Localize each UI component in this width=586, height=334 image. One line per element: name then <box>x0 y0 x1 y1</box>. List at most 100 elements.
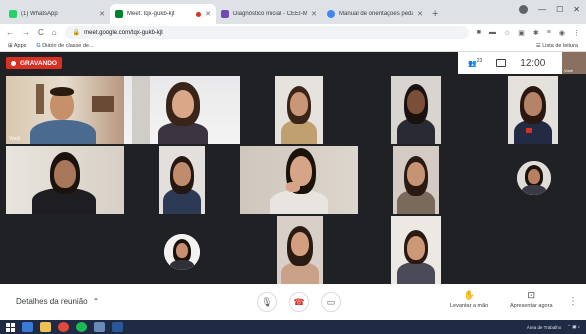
meeting-details-label: Detalhes da reunião <box>16 297 88 306</box>
reading-list-bookmark[interactable]: ☰ Lista de leitura <box>536 43 578 49</box>
chevron-up-icon: ⌃ <box>92 297 100 306</box>
tray-text: Área de Trabalho <box>526 324 562 330</box>
word-icon[interactable] <box>112 322 123 332</box>
record-icon <box>11 60 16 66</box>
camera-icon[interactable]: ■ <box>477 29 481 37</box>
puzzle-icon[interactable]: ✱ <box>533 29 539 37</box>
windows-taskbar: Área de Trabalho ⌃ ▣ ♪ <box>0 320 586 334</box>
meet-bottom-bar: Detalhes da reunião ⌃ 🎙 ☎ ▭ ✋ Levantar a… <box>0 284 586 320</box>
url-text: meet.google.com/tqx-gukb-kjt <box>84 29 163 36</box>
participant-tile[interactable] <box>124 76 240 144</box>
participants-button[interactable]: 👥23 <box>468 58 482 67</box>
extension-icon[interactable]: ▣ <box>518 29 525 37</box>
reload-icon[interactable]: C <box>38 28 44 37</box>
tab-title: Meet: tqx-gukb-kjt <box>127 11 175 17</box>
extension-icons: ■ ▬ ☆ ▣ ✱ ≡ ◉ ⋮ <box>477 29 580 37</box>
url-field[interactable]: 🔒 meet.google.com/tqx-gukb-kjt <box>64 26 469 39</box>
chrome-icon[interactable] <box>58 322 69 332</box>
tab-meet[interactable]: Meet: tqx-gukb-kjt ✕ <box>110 4 216 24</box>
participant-tile[interactable] <box>508 76 558 144</box>
meet-top-right-panel: 👥23 12:00 Você <box>458 52 586 74</box>
meet-top-bar: GRAVANDO 👥23 12:00 Você <box>0 52 586 74</box>
video-icon[interactable]: ▬ <box>489 29 496 37</box>
menu-icon[interactable]: ⋮ <box>573 29 580 37</box>
more-options-icon[interactable]: ⋮ <box>568 296 578 307</box>
tab-title: Diagnóstico Inicial - CEEI-MCAS <box>233 11 308 17</box>
close-icon[interactable]: ✕ <box>311 10 317 18</box>
present-icon: ⊡ <box>527 290 536 300</box>
close-icon[interactable]: ✕ <box>417 10 423 18</box>
microphone-button[interactable]: 🎙 <box>257 292 277 312</box>
meeting-details-button[interactable]: Detalhes da reunião ⌃ <box>16 297 99 306</box>
participant-tile[interactable] <box>393 146 439 214</box>
close-icon[interactable]: ✕ <box>99 10 105 18</box>
hang-up-icon: ☎ <box>293 296 305 307</box>
taskbar-app-icon[interactable] <box>22 322 33 332</box>
tab-title: (1) WhatsApp <box>21 11 58 17</box>
file-explorer-icon[interactable] <box>40 322 51 332</box>
apps-bookmark[interactable]: ⊞ Apps <box>8 43 26 49</box>
clock: 12:00 <box>520 57 546 69</box>
self-label: Você <box>564 68 573 73</box>
page-icon <box>327 10 335 18</box>
address-bar: ← → C ⌂ 🔒 meet.google.com/tqx-gukb-kjt ■… <box>0 24 586 41</box>
hang-up-button[interactable]: ☎ <box>289 292 309 312</box>
browser-tab-strip: (1) WhatsApp ✕ Meet: tqx-gukb-kjt ✕ Diag… <box>0 0 586 24</box>
participants-count: 23 <box>476 58 483 65</box>
profile-icon[interactable] <box>519 5 529 14</box>
participant-tile[interactable] <box>277 216 323 284</box>
self-tile-label: Você <box>9 136 21 142</box>
participant-tile[interactable] <box>240 146 358 214</box>
tab-diagnostico[interactable]: Diagnóstico Inicial - CEEI-MCAS ✕ <box>216 4 322 24</box>
participant-tile[interactable] <box>391 76 441 144</box>
new-tab-icon[interactable]: + <box>432 8 438 20</box>
taskbar-app-icon[interactable] <box>94 322 105 332</box>
participant-tile[interactable] <box>159 146 205 214</box>
window-controls: — ☐ ✕ <box>519 5 580 14</box>
raise-hand-label: Levantar a mão <box>450 303 489 309</box>
participant-tile[interactable] <box>275 76 323 144</box>
forward-icon[interactable]: → <box>22 28 30 37</box>
participant-tile[interactable] <box>6 146 124 214</box>
close-window-icon[interactable]: ✕ <box>573 5 580 14</box>
microphone-icon: 🎙 <box>261 296 273 307</box>
present-now-button[interactable]: ⊡ Apresentar agora <box>510 290 553 309</box>
participant-tile-self[interactable]: Você <box>6 76 124 144</box>
participant-avatar[interactable] <box>517 161 551 195</box>
diario-bookmark[interactable]: G Diário de classe de... <box>36 43 93 49</box>
forms-icon <box>221 10 229 18</box>
camera-icon: ▭ <box>326 296 336 307</box>
maximize-icon[interactable]: ☐ <box>556 5 563 14</box>
lock-icon: 🔒 <box>72 30 81 36</box>
recording-badge: GRAVANDO <box>6 57 62 69</box>
camera-button[interactable]: ▭ <box>321 292 341 312</box>
video-grid: Você <box>0 74 586 284</box>
tab-manual[interactable]: Manual de orientações pedagó ✕ <box>322 4 428 24</box>
self-view-thumbnail[interactable]: Você <box>562 52 586 74</box>
recording-dot-icon <box>196 11 202 17</box>
bookmarks-bar: ⊞ Apps G Diário de classe de... ☰ Lista … <box>0 41 586 52</box>
recording-label: GRAVANDO <box>20 59 57 67</box>
system-tray: Área de Trabalho ⌃ ▣ ♪ <box>527 324 580 330</box>
home-icon[interactable]: ⌂ <box>52 28 57 37</box>
people-icon: 👥 <box>468 60 477 68</box>
spotify-icon[interactable] <box>76 322 87 332</box>
back-icon[interactable]: ← <box>6 28 14 37</box>
tab-title: Manual de orientações pedagó <box>339 11 413 17</box>
chat-icon[interactable] <box>496 59 507 67</box>
participant-avatar[interactable] <box>164 234 200 270</box>
hand-icon: ✋ <box>463 290 475 300</box>
participant-tile[interactable] <box>391 216 441 284</box>
star-icon[interactable]: ☆ <box>504 29 510 37</box>
avatar-icon[interactable]: ◉ <box>559 29 565 37</box>
media-icon[interactable]: ≡ <box>547 29 551 37</box>
tray-icons[interactable]: ⌃ ▣ ♪ <box>567 324 580 330</box>
tab-whatsapp[interactable]: (1) WhatsApp ✕ <box>4 4 110 24</box>
whatsapp-icon <box>9 10 17 18</box>
close-icon[interactable]: ✕ <box>205 10 211 18</box>
raise-hand-button[interactable]: ✋ Levantar a mão <box>450 290 488 309</box>
windows-start-icon[interactable] <box>6 322 15 332</box>
present-now-label: Apresentar agora <box>510 303 553 309</box>
meet-icon <box>115 10 123 18</box>
minimize-icon[interactable]: — <box>538 5 546 14</box>
